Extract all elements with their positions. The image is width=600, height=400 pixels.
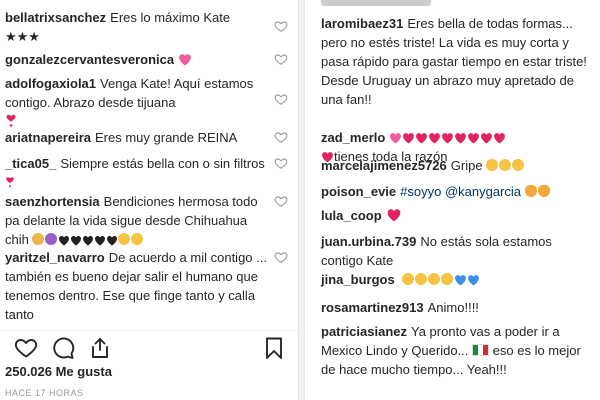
save-button[interactable] xyxy=(262,336,286,360)
comment-bubble-icon xyxy=(53,337,75,359)
comment-username[interactable]: juan.urbina.739 xyxy=(321,234,416,249)
praying-hands-icon xyxy=(32,233,45,245)
share-arrow-icon xyxy=(92,338,108,358)
share-button[interactable] xyxy=(88,336,112,360)
black-heart-icon xyxy=(71,236,82,246)
red-heart-icon xyxy=(387,209,401,222)
kissing-face-icon xyxy=(415,273,428,285)
black-heart-icon xyxy=(107,236,118,246)
black-heart-icon xyxy=(83,236,94,246)
sparkling-heart-icon xyxy=(179,54,191,66)
heart-eyes-cat-icon xyxy=(524,185,537,197)
heart-exclamation-icon xyxy=(6,177,14,188)
red-heart-icon xyxy=(416,133,428,144)
red-heart-icon xyxy=(481,133,493,144)
comment: yaritzel_navarro De acuerdo a mil contigo… xyxy=(5,248,268,324)
comment: _tica05_ Siempre estás bella con o sin fi… xyxy=(5,154,268,192)
grinning-face-icon xyxy=(512,159,525,171)
red-hearts-row xyxy=(402,130,506,145)
comment-username[interactable]: bellatrixsanchez xyxy=(5,10,106,25)
comment-text: Gripe xyxy=(450,158,483,173)
like-button[interactable] xyxy=(14,336,38,360)
comment-username[interactable]: laromibaez31 xyxy=(321,16,403,31)
comment: gonzalezcervantesveronica xyxy=(5,50,268,69)
comment: bellatrixsanchez Eres lo máximo Kate ★★★ xyxy=(5,8,268,46)
comment-button[interactable] xyxy=(51,336,75,360)
kissing-face-icon xyxy=(131,233,144,245)
comment: juan.urbina.739 No estás sola estamos con… xyxy=(321,232,596,270)
post-action-bar xyxy=(0,330,298,365)
comment-username[interactable]: jina_burgos xyxy=(321,272,395,287)
left-comments-panel: bellatrixsanchez Eres lo máximo Kate ★★★ … xyxy=(0,0,298,400)
panel-divider xyxy=(298,0,305,400)
like-comment-heart-icon[interactable] xyxy=(274,19,288,33)
black-heart-icon xyxy=(59,236,70,246)
red-heart-icon xyxy=(429,133,441,144)
woman-gesturing-icon xyxy=(45,233,58,245)
comment: saenzhortensia Bendiciones hermosa todo p… xyxy=(5,192,268,249)
black-heart-icon xyxy=(95,236,106,246)
heart-eyes-cat-icon xyxy=(537,185,550,197)
like-comment-heart-icon[interactable] xyxy=(274,52,288,66)
comment: marcelajimenez5726 Gripe xyxy=(321,156,596,175)
like-comment-heart-icon[interactable] xyxy=(274,130,288,144)
blue-heart-icon xyxy=(468,275,480,286)
comment: poison_evie #soyyo @kanygarcia xyxy=(321,182,596,201)
comment-extra: ★★★ xyxy=(5,29,40,44)
kissing-face-icon xyxy=(402,273,415,285)
comment-username[interactable]: _tica05_ xyxy=(5,156,56,171)
red-heart-icon xyxy=(403,133,415,144)
post-timestamp: HACE 17 HORAS xyxy=(5,388,84,398)
bookmark-icon xyxy=(266,337,282,359)
like-comment-heart-icon[interactable] xyxy=(274,156,288,170)
likes-count[interactable]: 250.026 Me gusta xyxy=(5,364,112,379)
comment-username[interactable]: yaritzel_navarro xyxy=(5,250,105,265)
red-heart-icon xyxy=(442,133,454,144)
like-comment-heart-icon[interactable] xyxy=(274,194,288,208)
heart-eyes-face-icon xyxy=(118,233,131,245)
comment-username[interactable]: patriciasianez xyxy=(321,324,407,339)
clipped-username xyxy=(321,0,431,6)
comment-username[interactable]: adolfogaxiola1 xyxy=(5,76,96,91)
comment-text: Eres lo máximo Kate xyxy=(110,10,231,25)
kissing-face-icon xyxy=(441,273,454,285)
comment-username[interactable]: zad_merlo xyxy=(321,130,385,145)
comment-text: Animo!!!! xyxy=(427,300,479,315)
like-comment-heart-icon[interactable] xyxy=(274,250,288,264)
sparkling-heart-icon xyxy=(390,133,402,144)
like-comment-heart-icon[interactable] xyxy=(274,92,288,106)
red-heart-icon xyxy=(455,133,467,144)
comment: lula_coop xyxy=(321,206,596,225)
comment: ariatnapereira Eres muy grande REINA xyxy=(5,128,268,147)
heart-exclamation-icon xyxy=(6,114,16,127)
red-heart-icon xyxy=(468,133,480,144)
comment-username[interactable]: saenzhortensia xyxy=(5,194,100,209)
comment-username[interactable]: gonzalezcervantesveronica xyxy=(5,52,174,67)
comment-username[interactable]: poison_evie xyxy=(321,184,396,199)
comment: rosamartinez913 Animo!!!! xyxy=(321,298,596,317)
comment-username[interactable]: rosamartinez913 xyxy=(321,300,424,315)
red-heart-icon xyxy=(494,133,506,144)
kissing-face-icon xyxy=(428,273,441,285)
grinning-face-icon xyxy=(486,159,499,171)
blue-heart-icon xyxy=(455,275,467,286)
heart-outline-icon xyxy=(14,339,38,358)
mexico-flag-icon xyxy=(472,344,490,356)
comment: laromibaez31 Eres bella de todas formas..… xyxy=(321,14,596,109)
comment-hashtag-mention[interactable]: #soyyo @kanygarcia xyxy=(400,184,521,199)
comment: adolfogaxiola1 Venga Kate! Aquí estamos c… xyxy=(5,74,268,131)
comment-username[interactable]: ariatnapereira xyxy=(5,130,91,145)
comment-text: Eres muy grande REINA xyxy=(95,130,238,145)
clipped-comment xyxy=(321,0,596,11)
comment-username[interactable]: lula_coop xyxy=(321,208,382,223)
right-comments-panel: laromibaez31 Eres bella de todas formas..… xyxy=(305,0,600,400)
comment-username[interactable]: marcelajimenez5726 xyxy=(321,158,447,173)
comment-text: Siempre estás bella con o sin filtros xyxy=(60,156,265,171)
comment: jina_burgos xyxy=(321,270,596,289)
comment: patriciasianez Ya pronto vas a poder ir a… xyxy=(321,322,596,379)
grinning-face-icon xyxy=(499,159,512,171)
